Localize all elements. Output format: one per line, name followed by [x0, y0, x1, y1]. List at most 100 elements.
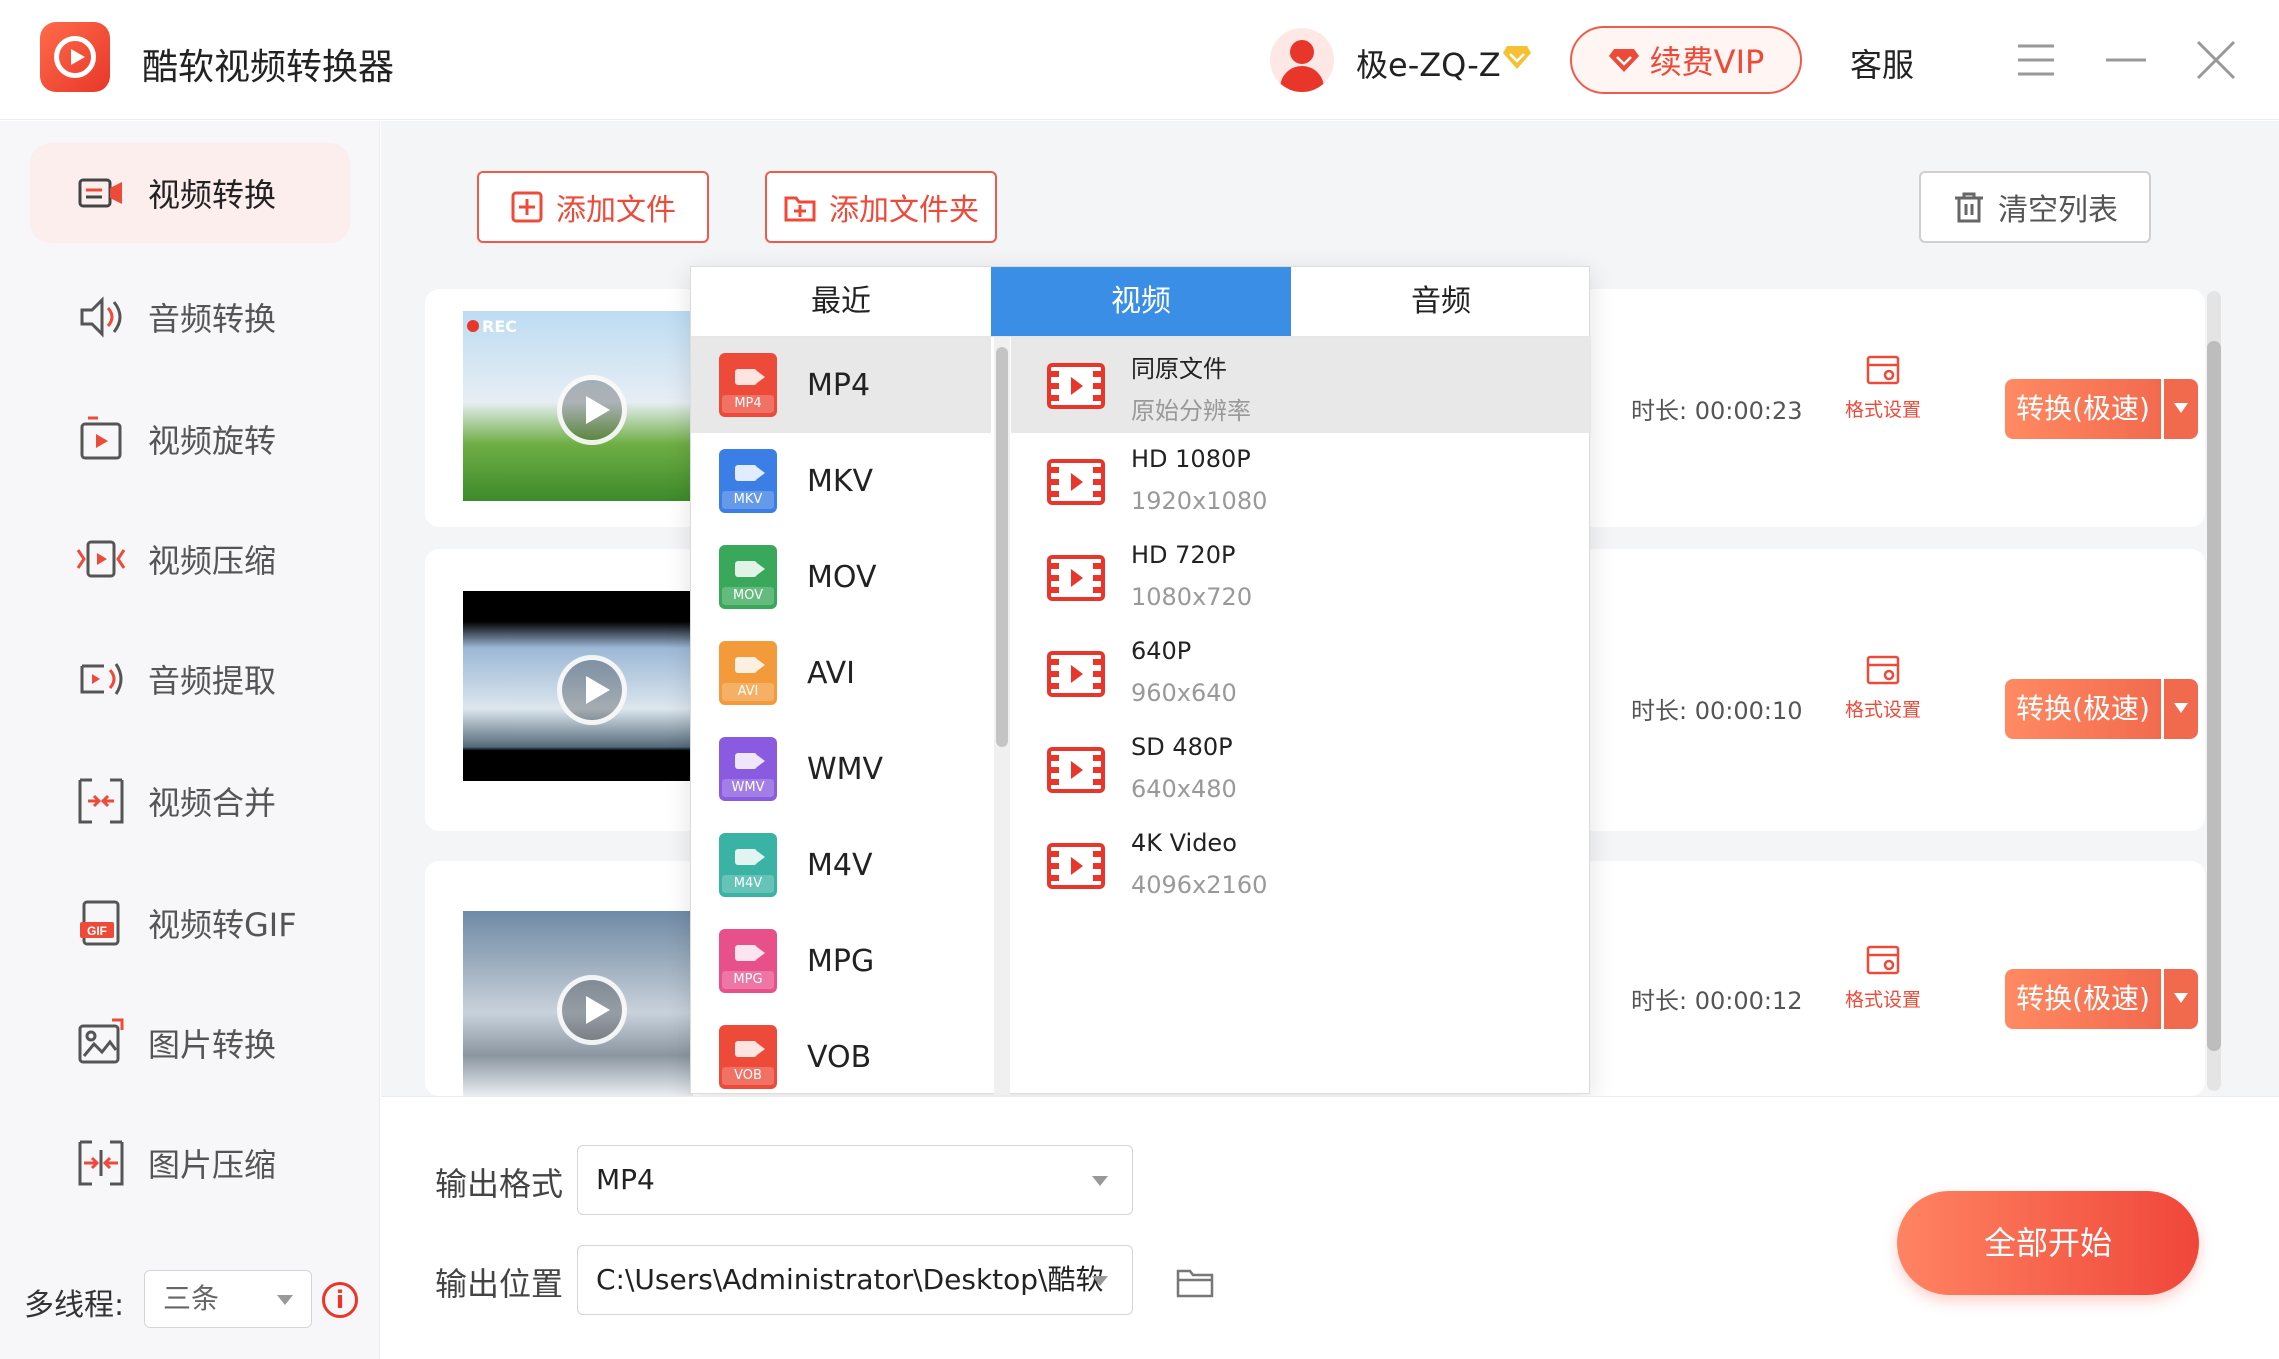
file-list-scrollbar[interactable]	[2207, 291, 2221, 1091]
duration: 时长: 00:00:23	[1631, 397, 1803, 425]
threads-select[interactable]: 三条	[144, 1270, 312, 1328]
resolution-size: 960x640	[1131, 679, 1237, 707]
convert-fast-button[interactable]: 转换(极速)	[2005, 969, 2161, 1029]
scrollbar-thumb[interactable]	[2207, 341, 2221, 1051]
duration: 时长: 00:00:10	[1631, 697, 1803, 725]
play-icon[interactable]	[557, 655, 627, 725]
play-icon[interactable]	[557, 975, 627, 1045]
sidebar-item-label: 音频转换	[148, 300, 277, 338]
username[interactable]: 极e-ZQ-Z	[1356, 40, 1501, 86]
video-thumbnail[interactable]: REC	[463, 311, 693, 501]
format-item-avi[interactable]: AVI AVI	[691, 625, 991, 721]
close-icon[interactable]	[2192, 36, 2240, 84]
tab-recent[interactable]: 最近	[691, 267, 991, 336]
tab-audio[interactable]: 音频	[1291, 267, 1591, 336]
resolution-size: 4096x2160	[1131, 871, 1268, 899]
resolution-item[interactable]: 4K Video 4096x2160	[1011, 817, 1591, 913]
sidebar-item-label: 视频转GIF	[148, 906, 297, 944]
video-compress-icon	[76, 540, 126, 578]
threads-label: 多线程:	[24, 1288, 125, 1323]
start-all-button[interactable]: 全部开始	[1897, 1191, 2199, 1295]
rec-badge: REC	[467, 317, 517, 336]
sidebar-item-label: 图片转换	[148, 1026, 277, 1064]
vip-gem-icon	[1608, 49, 1639, 72]
format-label: AVI	[807, 655, 855, 691]
sidebar-item-audio-convert[interactable]: 音频转换	[30, 267, 350, 367]
format-settings-button[interactable]: 格式设置	[1841, 943, 1925, 1012]
minimize-icon[interactable]	[2102, 36, 2150, 84]
add-folder-label: 添加文件夹	[829, 193, 979, 228]
resolution-name: HD 720P	[1131, 541, 1236, 569]
vob-file-icon: VOB	[719, 1025, 777, 1089]
mpg-file-icon: MPG	[719, 929, 777, 993]
resolution-list: 同原文件 原始分辨率 HD 1080P 1920x1080 HD 720P 1080x72…	[1011, 337, 1591, 1095]
sidebar-item-label: 视频压缩	[148, 542, 277, 580]
chevron-down-icon	[277, 1295, 293, 1305]
clear-list-button[interactable]: 清空列表	[1919, 171, 2151, 243]
resolution-item[interactable]: HD 1080P 1920x1080	[1011, 433, 1591, 529]
resolution-item[interactable]: HD 720P 1080x720	[1011, 529, 1591, 625]
resolution-item[interactable]: 640P 960x640	[1011, 625, 1591, 721]
format-tabs: 最近 视频 音频	[691, 267, 1591, 337]
video-file-icon	[1047, 555, 1105, 601]
customer-service-link[interactable]: 客服	[1850, 40, 1914, 86]
add-file-button[interactable]: 添加文件	[477, 171, 709, 243]
format-item-vob[interactable]: VOB VOB	[691, 1009, 991, 1095]
format-settings-button[interactable]: 格式设置	[1841, 353, 1925, 422]
scrollbar-thumb[interactable]	[996, 347, 1008, 747]
renew-vip-button[interactable]: 续费VIP	[1570, 26, 1802, 94]
convert-fast-button[interactable]: 转换(极速)	[2005, 379, 2161, 439]
format-item-mpg[interactable]: MPG MPG	[691, 913, 991, 1009]
video-file-icon	[1047, 843, 1105, 889]
sidebar-item-video-merge[interactable]: 视频合并	[30, 751, 350, 851]
tab-video[interactable]: 视频	[991, 267, 1291, 336]
format-list-scrollbar[interactable]	[994, 337, 1010, 1095]
format-settings-button[interactable]: 格式设置	[1841, 653, 1925, 722]
format-item-mov[interactable]: MOV MOV	[691, 529, 991, 625]
format-dropdown: 最近 视频 音频 MP4 MP4 MKV MKV MOV MOV AVI AVI WMV WMV M…	[690, 266, 1591, 1095]
play-icon[interactable]	[557, 375, 627, 445]
format-item-m4v[interactable]: M4V M4V	[691, 817, 991, 913]
wmv-file-icon: WMV	[719, 737, 777, 801]
info-icon[interactable]: i	[322, 1282, 358, 1318]
sidebar-item-video-rotate[interactable]: 视频旋转	[30, 389, 350, 489]
gif-icon: GIF	[80, 900, 120, 946]
sidebar-item-label: 视频旋转	[148, 422, 277, 460]
add-file-label: 添加文件	[556, 193, 676, 228]
sidebar-item-video-convert[interactable]: 视频转换	[30, 143, 350, 243]
convert-options-dropdown[interactable]	[2164, 379, 2198, 439]
avi-file-icon: AVI	[719, 641, 777, 705]
convert-options-dropdown[interactable]	[2164, 969, 2198, 1029]
resolution-item[interactable]: 同原文件 原始分辨率	[1011, 337, 1591, 433]
add-folder-button[interactable]: 添加文件夹	[765, 171, 997, 243]
sidebar-item-image-convert[interactable]: 图片转换	[30, 993, 350, 1093]
resolution-name: 640P	[1131, 637, 1192, 665]
format-settings-icon	[1866, 355, 1900, 385]
user-avatar[interactable]	[1270, 28, 1334, 92]
sidebar-item-video-to-gif[interactable]: GIF 视频转GIF	[30, 873, 350, 973]
sidebar-item-label: 视频转换	[148, 176, 277, 214]
sidebar-item-audio-extract[interactable]: 音频提取	[30, 629, 350, 729]
format-item-mkv[interactable]: MKV MKV	[691, 433, 991, 529]
sidebar-item-video-compress[interactable]: 视频压缩	[30, 509, 350, 609]
output-location-select[interactable]: C:\Users\Administrator\Desktop\酷软	[577, 1245, 1133, 1315]
folder-icon[interactable]	[1175, 1265, 1215, 1299]
resolution-item[interactable]: SD 480P 640x480	[1011, 721, 1591, 817]
audio-convert-icon	[80, 296, 122, 338]
format-label: M4V	[807, 847, 873, 883]
video-merge-icon	[78, 778, 124, 824]
menu-icon[interactable]	[2012, 36, 2060, 84]
app-title: 酷软视频转换器	[142, 47, 395, 88]
output-format-select[interactable]: MP4	[577, 1145, 1133, 1215]
output-location-label: 输出位置	[435, 1265, 564, 1303]
sidebar-item-image-compress[interactable]: 图片压缩	[30, 1113, 350, 1213]
convert-fast-button[interactable]: 转换(极速)	[2005, 679, 2161, 739]
video-thumbnail[interactable]	[463, 911, 693, 1096]
m4v-file-icon: M4V	[719, 833, 777, 897]
format-item-wmv[interactable]: WMV WMV	[691, 721, 991, 817]
format-item-mp4[interactable]: MP4 MP4	[691, 337, 991, 433]
video-thumbnail[interactable]	[463, 591, 693, 781]
convert-options-dropdown[interactable]	[2164, 679, 2198, 739]
vip-diamond-icon	[1503, 46, 1531, 69]
image-compress-icon	[78, 1140, 124, 1186]
